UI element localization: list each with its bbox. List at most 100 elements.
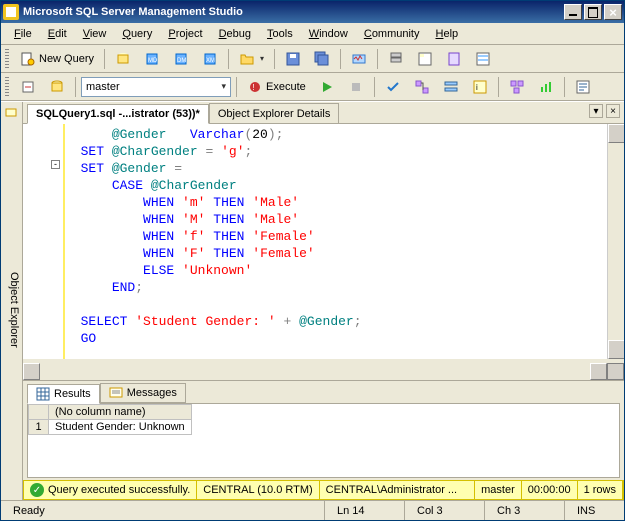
debug-button[interactable] bbox=[314, 76, 340, 98]
menu-community[interactable]: Community bbox=[357, 26, 427, 42]
document-tabs: SQLQuery1.sql -...istrator (53))* Object… bbox=[23, 102, 624, 124]
app-icon bbox=[3, 4, 19, 20]
change-connection-button[interactable] bbox=[15, 76, 41, 98]
svg-text:MD: MD bbox=[148, 58, 158, 64]
svg-text:i: i bbox=[476, 83, 478, 92]
estimated-plan-button[interactable] bbox=[409, 76, 435, 98]
svg-text:XM: XM bbox=[206, 58, 215, 64]
cancel-query-button[interactable] bbox=[343, 76, 369, 98]
status-login: CENTRAL\Administrator ... bbox=[320, 481, 475, 499]
tab-close-button[interactable]: × bbox=[606, 104, 620, 118]
db-icon bbox=[115, 51, 131, 67]
menu-edit[interactable]: Edit bbox=[41, 26, 74, 42]
messages-tab[interactable]: Messages bbox=[100, 383, 186, 403]
menu-file[interactable]: File bbox=[7, 26, 39, 42]
results-pane: Results Messages (No column name)1Studen… bbox=[23, 380, 624, 480]
query-status-bar: ✓ Query executed successfully. CENTRAL (… bbox=[23, 480, 624, 500]
cube-icon: MD bbox=[144, 51, 160, 67]
title-bar: Microsoft SQL Server Management Studio bbox=[1, 1, 624, 23]
new-query-button[interactable]: New Query bbox=[15, 48, 99, 70]
menu-tools[interactable]: Tools bbox=[260, 26, 300, 42]
tab-sqlquery1[interactable]: SQLQuery1.sql -...istrator (53))* bbox=[27, 104, 209, 124]
menu-debug[interactable]: Debug bbox=[212, 26, 258, 42]
svg-text:DM: DM bbox=[177, 58, 186, 64]
success-icon: ✓ bbox=[30, 483, 44, 497]
window-title: Microsoft SQL Server Management Studio bbox=[23, 6, 562, 18]
xmla-icon: XM bbox=[202, 51, 218, 67]
save-button[interactable] bbox=[280, 48, 306, 70]
editor-hscrollbar[interactable] bbox=[23, 363, 624, 380]
menu-view[interactable]: View bbox=[76, 26, 114, 42]
tab-object-explorer-details[interactable]: Object Explorer Details bbox=[209, 103, 340, 123]
messages-icon bbox=[109, 386, 123, 400]
menu-help[interactable]: Help bbox=[429, 26, 466, 42]
activity-monitor-button[interactable] bbox=[346, 48, 372, 70]
dmx-query-button[interactable]: DM bbox=[168, 48, 194, 70]
editor-pane: - @Gender Varchar(20); SET @CharGender =… bbox=[23, 124, 624, 363]
open-button[interactable]: ▾ bbox=[234, 48, 269, 70]
toolbar-grip[interactable] bbox=[5, 49, 9, 69]
workspace: Object Explorer SQLQuery1.sql -...istrat… bbox=[1, 101, 624, 500]
include-plan-button[interactable] bbox=[504, 76, 530, 98]
template-explorer-button[interactable] bbox=[441, 48, 467, 70]
available-db-button[interactable] bbox=[44, 76, 70, 98]
outline-collapse-box[interactable]: - bbox=[51, 160, 60, 169]
status-ins: INS bbox=[564, 501, 624, 520]
xmla-query-button[interactable]: XM bbox=[197, 48, 223, 70]
execute-icon: ! bbox=[247, 79, 263, 95]
code-editor[interactable]: @Gender Varchar(20); SET @CharGender = '… bbox=[63, 124, 607, 359]
properties-icon bbox=[475, 51, 491, 67]
editor-gutter: - bbox=[23, 124, 63, 359]
engine-query-button[interactable] bbox=[110, 48, 136, 70]
include-plan-icon bbox=[509, 79, 525, 95]
execute-button[interactable]: ! Execute bbox=[242, 76, 311, 98]
registered-servers-button[interactable] bbox=[383, 48, 409, 70]
save-all-icon bbox=[314, 51, 330, 67]
menu-window[interactable]: Window bbox=[302, 26, 355, 42]
menu-query[interactable]: Query bbox=[115, 26, 159, 42]
object-explorer-label: Object Explorer bbox=[8, 272, 20, 348]
database-combo[interactable]: master bbox=[81, 77, 231, 97]
servers-icon bbox=[388, 51, 404, 67]
menu-project[interactable]: Project bbox=[161, 26, 209, 42]
status-rows: 1 rows bbox=[578, 481, 623, 499]
stats-icon bbox=[538, 79, 554, 95]
results-grid[interactable]: (No column name)1Student Gender: Unknown bbox=[27, 403, 620, 478]
tab-list-button[interactable]: ▾ bbox=[589, 104, 603, 118]
toolbar-grip[interactable] bbox=[5, 77, 9, 97]
intellisense-icon: i bbox=[472, 79, 488, 95]
check-icon bbox=[385, 79, 401, 95]
object-explorer-button[interactable] bbox=[412, 48, 438, 70]
intellisense-button[interactable]: i bbox=[467, 76, 493, 98]
results-tab[interactable]: Results bbox=[27, 384, 100, 404]
grid-icon bbox=[36, 387, 50, 401]
maximize-button[interactable] bbox=[584, 4, 602, 20]
execute-label: Execute bbox=[266, 81, 306, 93]
mdx-query-button[interactable]: MD bbox=[139, 48, 165, 70]
status-col: Col 3 bbox=[404, 501, 484, 520]
menu-bar: File Edit View Query Project Debug Tools… bbox=[1, 23, 624, 45]
template-icon bbox=[446, 51, 462, 67]
parse-button[interactable] bbox=[380, 76, 406, 98]
database-combo-value: master bbox=[86, 81, 120, 93]
main-area: SQLQuery1.sql -...istrator (53))* Object… bbox=[23, 102, 624, 500]
editor-vscrollbar[interactable] bbox=[607, 124, 624, 359]
status-ln: Ln 14 bbox=[324, 501, 404, 520]
db-list-icon bbox=[49, 79, 65, 95]
status-ready: Ready bbox=[1, 501, 324, 520]
activity-icon bbox=[351, 51, 367, 67]
plan-icon bbox=[414, 79, 430, 95]
editor-results-split: - @Gender Varchar(20); SET @CharGender =… bbox=[23, 124, 624, 480]
object-explorer-tab[interactable]: Object Explorer bbox=[1, 102, 23, 500]
query-options-button[interactable] bbox=[438, 76, 464, 98]
properties-button[interactable] bbox=[470, 48, 496, 70]
minimize-button[interactable] bbox=[564, 4, 582, 20]
save-all-button[interactable] bbox=[309, 48, 335, 70]
results-text-button[interactable] bbox=[570, 76, 596, 98]
toolbar-sql-editor: master ! Execute i bbox=[1, 73, 624, 101]
autohide-pin-icon bbox=[4, 106, 18, 120]
include-stats-button[interactable] bbox=[533, 76, 559, 98]
stop-icon bbox=[348, 79, 364, 95]
close-button[interactable] bbox=[604, 4, 622, 20]
results-text-icon bbox=[575, 79, 591, 95]
